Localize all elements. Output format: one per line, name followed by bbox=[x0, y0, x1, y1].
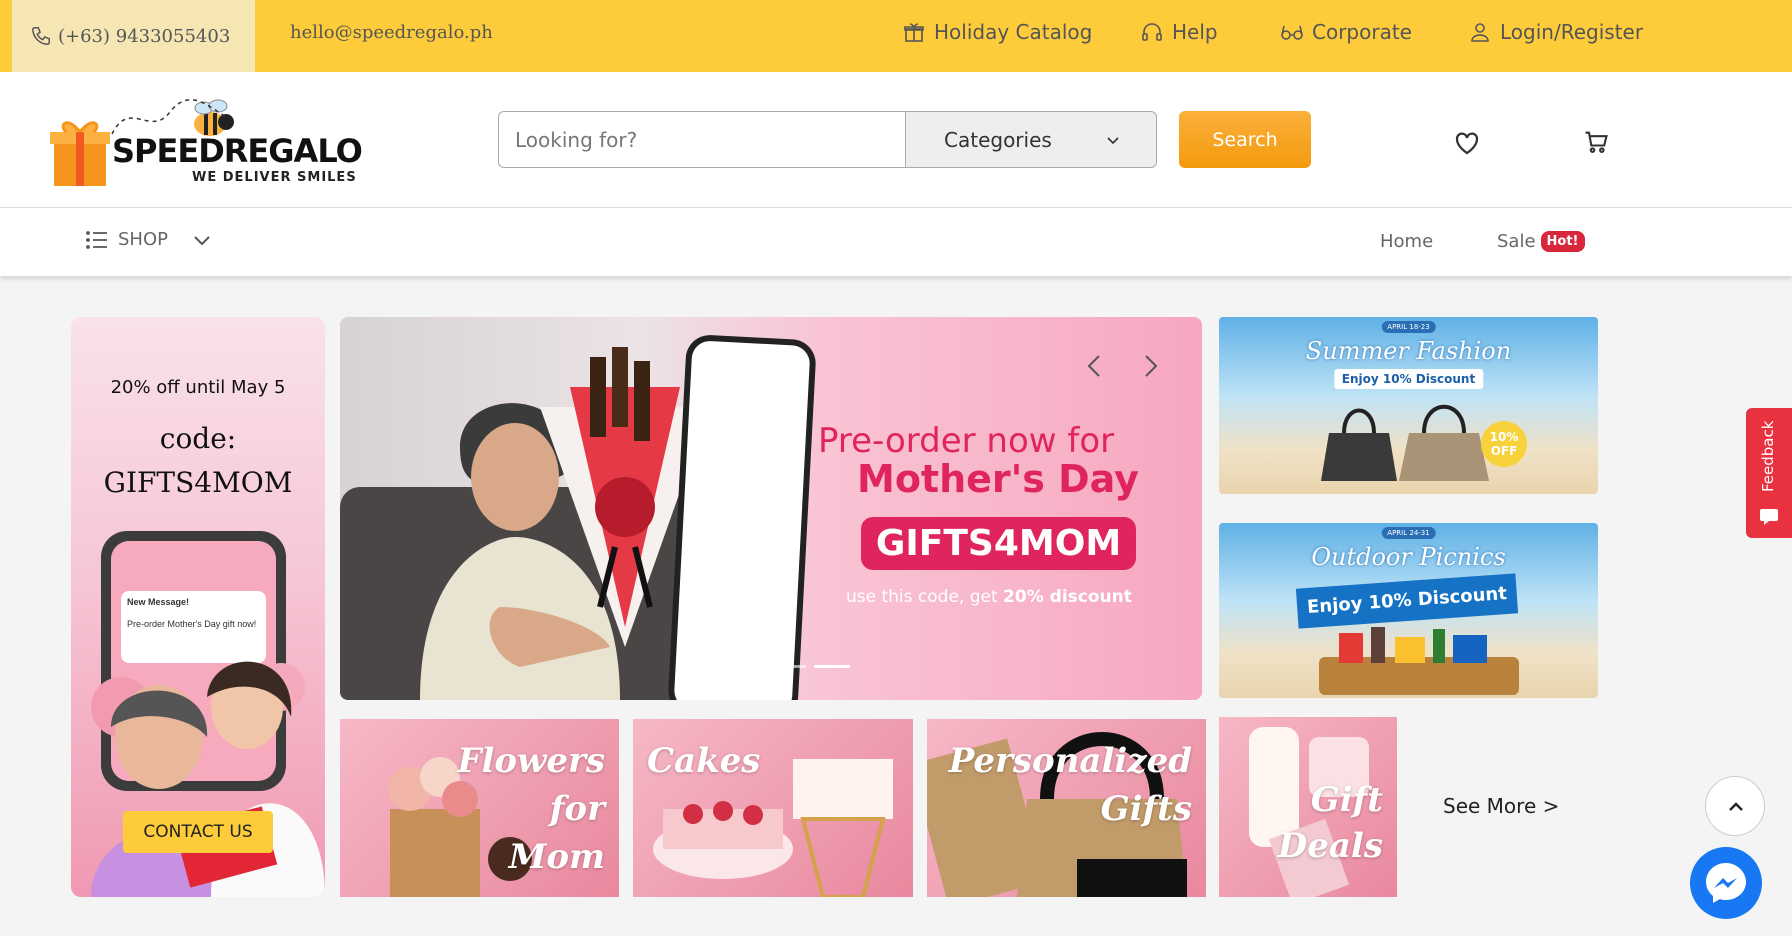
summer-fashion-banner[interactable]: APRIL 18-23 Summer Fashion Enjoy 10% Dis… bbox=[1219, 317, 1598, 494]
hero-subtext-bold: 20% discount bbox=[1003, 587, 1132, 607]
main-nav: SHOP Home Sale Hot! bbox=[0, 208, 1792, 276]
carousel-next-button[interactable] bbox=[1135, 351, 1165, 381]
promo-code-label: code: bbox=[159, 422, 237, 455]
hot-badge: Hot! bbox=[1540, 231, 1585, 252]
chevron-right-icon bbox=[1145, 355, 1158, 377]
message-body: Pre-order Mother's Day gift now! bbox=[127, 619, 257, 629]
cart-icon bbox=[1585, 131, 1608, 153]
holiday-catalog-link[interactable]: Holiday Catalog bbox=[902, 20, 1092, 44]
holiday-catalog-label: Holiday Catalog bbox=[934, 20, 1093, 44]
logo-tagline: WE DELIVER SMILES bbox=[192, 170, 357, 185]
wishlist-button[interactable] bbox=[1452, 128, 1482, 158]
hero-preorder-text: Pre-order now for bbox=[818, 421, 1115, 461]
picnic-basket-graphic bbox=[1319, 627, 1519, 695]
shop-label: SHOP bbox=[118, 229, 168, 250]
categories-select[interactable]: Categories bbox=[905, 111, 1157, 168]
logo-brand-text: SPEEDREGALO bbox=[112, 132, 363, 170]
header: SPEEDREGALO WE DELIVER SMILES Categories… bbox=[0, 72, 1792, 208]
mother-daughter-photo bbox=[91, 661, 325, 897]
tile-label-line1: Gift bbox=[1310, 780, 1383, 820]
feedback-label: Feedback bbox=[1759, 420, 1777, 492]
nav-home-link[interactable]: Home bbox=[1380, 231, 1433, 252]
tile-label-line2: Gifts bbox=[1100, 789, 1192, 829]
corporate-link[interactable]: Corporate bbox=[1280, 20, 1412, 44]
banner-date-badge: APRIL 24-31 bbox=[1381, 527, 1436, 539]
phone-number: (+63) 9433055403 bbox=[58, 25, 231, 47]
promo-code-text: code: GIFTS4MOM bbox=[71, 417, 325, 505]
chevron-left-icon bbox=[1087, 355, 1100, 377]
banner-title: Outdoor Picnics bbox=[1311, 543, 1506, 571]
scroll-to-top-button[interactable] bbox=[1705, 776, 1765, 836]
outdoor-picnics-banner[interactable]: APRIL 24-31 Outdoor Picnics Enjoy 10% Di… bbox=[1219, 523, 1598, 698]
messenger-icon bbox=[1706, 863, 1746, 903]
top-bar: (+63) 9433055403 hello@speedregalo.ph Ho… bbox=[0, 0, 1792, 72]
sale-label: Sale bbox=[1497, 231, 1536, 252]
mothers-day-promo-card[interactable]: 20% off until May 5 code: GIFTS4MOM New … bbox=[71, 317, 325, 897]
banner-title: Summer Fashion bbox=[1305, 337, 1512, 365]
hero-mothers-day-text: Mother's Day bbox=[857, 457, 1139, 501]
category-tile-flowers[interactable]: Flowers for Mom bbox=[340, 719, 619, 897]
search-button[interactable]: Search bbox=[1179, 111, 1311, 168]
tile-label: Gift Deals bbox=[1223, 777, 1383, 869]
hero-code-pill: GIFTS4MOM bbox=[861, 517, 1136, 570]
tile-label-line1: Personalized bbox=[948, 741, 1192, 781]
chevron-up-icon bbox=[1729, 802, 1743, 811]
chat-bubble-icon bbox=[1760, 509, 1778, 525]
tile-label-line2: Mom bbox=[508, 837, 605, 877]
gift-box-logo-icon bbox=[50, 121, 110, 186]
category-tile-gift-deals[interactable]: Gift Deals bbox=[1219, 717, 1397, 897]
chevron-down-icon bbox=[1107, 136, 1119, 144]
banner-discount-badge: Enjoy 10% Discount bbox=[1333, 369, 1484, 389]
user-icon bbox=[1471, 23, 1489, 42]
heart-icon bbox=[1455, 132, 1479, 155]
categories-label: Categories bbox=[944, 127, 1052, 152]
promo-discount-text: 20% off until May 5 bbox=[110, 377, 286, 398]
cart-button[interactable] bbox=[1582, 128, 1612, 158]
message-header: New Message! bbox=[127, 597, 190, 607]
promo-code-value: GIFTS4MOM bbox=[103, 466, 293, 499]
banner-discount-ribbon: Enjoy 10% Discount bbox=[1295, 573, 1519, 629]
hero-subtext-prefix: use this code, get bbox=[846, 587, 998, 607]
tile-label: Personalized Gifts bbox=[927, 737, 1192, 833]
corporate-label: Corporate bbox=[1312, 20, 1412, 44]
banner-date-badge: APRIL 18-23 bbox=[1381, 321, 1436, 333]
category-tile-cakes[interactable]: Cakes bbox=[633, 719, 913, 897]
ten-percent-off-stamp: 10% OFF bbox=[1481, 421, 1527, 467]
carousel-prev-button[interactable] bbox=[1080, 351, 1110, 381]
login-register-label: Login/Register bbox=[1500, 20, 1644, 44]
smartphone-mockup bbox=[667, 333, 817, 700]
tile-label-line1: Cakes bbox=[647, 741, 761, 781]
carousel-dots bbox=[770, 665, 850, 668]
headset-icon bbox=[1142, 23, 1162, 41]
logo[interactable]: SPEEDREGALO WE DELIVER SMILES bbox=[50, 96, 363, 196]
smartphone-screen bbox=[673, 340, 811, 700]
shop-menu-toggle[interactable]: SHOP bbox=[86, 229, 212, 250]
nav-sale-link[interactable]: Sale Hot! bbox=[1497, 231, 1585, 252]
help-link[interactable]: Help bbox=[1140, 20, 1218, 44]
phone-contact[interactable]: (+63) 9433055403 bbox=[12, 0, 255, 72]
phone-icon bbox=[32, 27, 50, 45]
feedback-tab[interactable]: Feedback bbox=[1746, 408, 1792, 538]
carousel-dot[interactable] bbox=[770, 665, 806, 668]
chevron-down-icon bbox=[194, 235, 210, 245]
messenger-chat-button[interactable] bbox=[1690, 847, 1762, 919]
login-register-link[interactable]: Login/Register bbox=[1468, 20, 1643, 44]
help-label: Help bbox=[1172, 20, 1218, 44]
see-more-link[interactable]: See More > bbox=[1443, 794, 1559, 818]
contact-us-button[interactable]: CONTACT US bbox=[123, 811, 273, 853]
category-tile-personalized-gifts[interactable]: Personalized Gifts bbox=[927, 719, 1206, 897]
tile-label-line2: Deals bbox=[1277, 826, 1383, 866]
glasses-icon bbox=[1281, 25, 1303, 40]
email-link[interactable]: hello@speedregalo.ph bbox=[290, 22, 493, 43]
gift-icon bbox=[904, 23, 924, 42]
tile-label: Cakes bbox=[647, 737, 887, 785]
hero-subtext: use this code, get 20% discount bbox=[846, 587, 1132, 607]
handbags-graphic bbox=[1321, 404, 1489, 481]
hero-carousel[interactable]: Pre-order now for Mother's Day GIFTS4MOM… bbox=[340, 317, 1202, 700]
carousel-dot-active[interactable] bbox=[814, 665, 850, 668]
list-icon bbox=[86, 230, 107, 249]
tile-label: Flowers for Mom bbox=[415, 737, 605, 881]
tile-label-line1: Flowers for bbox=[457, 741, 605, 829]
search-input[interactable] bbox=[498, 111, 906, 168]
